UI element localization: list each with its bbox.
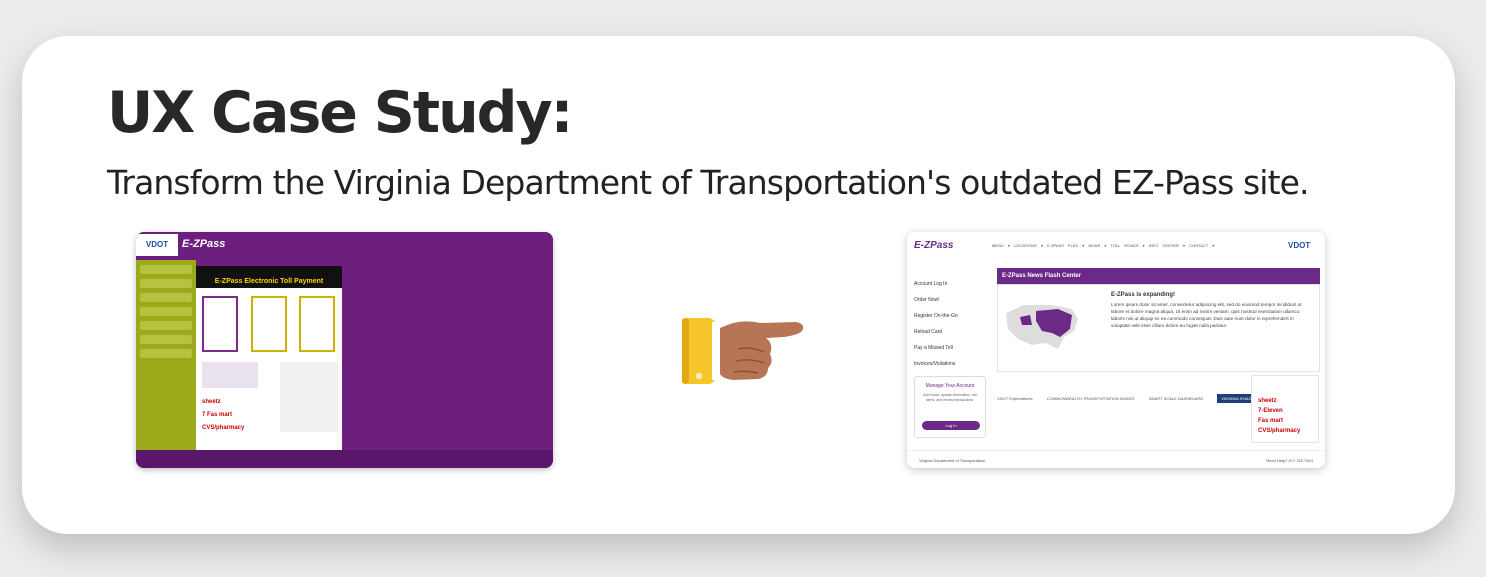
old-vdot-logo: VDOT (136, 234, 178, 256)
old-box-manage (299, 296, 335, 352)
sidebar-item-invoices[interactable]: Invoices/Violations (914, 356, 958, 372)
old-site-content: E-ZPass Electronic Toll Payment sheetz 7 … (196, 266, 342, 450)
news-body: Lorem ipsum dolor sit amet, consectetur … (1111, 302, 1302, 328)
store-sheetz: sheetz (1258, 398, 1277, 404)
nav-item-toll-roads[interactable]: TOLL ROADS ▾ (1110, 243, 1144, 248)
old-site-screenshot: VDOT E-ZPass E-ZPass Electronic Toll Pay… (136, 232, 553, 468)
old-box-missed-toll (202, 296, 238, 352)
old-site-sidebar (136, 260, 196, 450)
footer-help: Need Help? 877.762.7824 (1266, 458, 1313, 463)
sidebar-item-register[interactable]: Register On-the-Go (914, 308, 958, 324)
partner-vdot-expenditures[interactable]: VDOT Expenditures (997, 396, 1033, 401)
old-site-footer (136, 450, 553, 468)
partner-logos: VDOT Expenditures COMMONWEALTH TRANSPORT… (997, 394, 1271, 403)
sidebar-item-account-login[interactable]: Account Log In (914, 276, 958, 292)
old-reload-card (202, 362, 258, 388)
new-site-screenshot: E-ZPass MENU ▾ LOCATIONS ▾ E-ZPASS FLEX … (907, 232, 1325, 468)
nav-item-locations[interactable]: LOCATIONS ▾ (1014, 243, 1043, 248)
new-vdot-logo: VDOT (1288, 241, 1311, 250)
nav-item-menu[interactable]: MENU ▾ (992, 243, 1010, 248)
store-7-eleven: 7-Eleven (1258, 408, 1283, 414)
manage-account-desc: Add funds, update information, set alert… (923, 393, 977, 402)
news-title: E-ZPass is expanding! (1111, 292, 1176, 298)
manage-account-card: Manage Your Account Add funds, update in… (914, 376, 986, 438)
sidebar-item-order-now[interactable]: Order Now! (914, 292, 958, 308)
old-site-header: VDOT E-ZPass (136, 232, 553, 258)
partner-ctb[interactable]: COMMONWEALTH TRANSPORTATION BOARD (1047, 396, 1135, 401)
retail-partners: sheetz 7-Eleven Fas mart CVS/pharmacy (1251, 375, 1319, 443)
pointing-hand-icon (682, 318, 804, 384)
store-fas-mart: Fas mart (1258, 418, 1284, 424)
partner-smart-scale[interactable]: SMART SCALE DASHBOARD (1149, 396, 1204, 401)
nav-item-news[interactable]: NEWS ▾ (1088, 243, 1106, 248)
sidebar-item-missed-toll[interactable]: Pay a Missed Toll (914, 340, 958, 356)
new-site-sidebar: Account Log In Order Now! Register On-th… (914, 276, 958, 372)
old-store-logos: sheetz 7 Fas mart CVS/pharmacy (202, 399, 245, 431)
new-site-nav: MENU ▾ LOCATIONS ▾ E-ZPASS FLEX ▾ NEWS ▾… (992, 243, 1214, 248)
login-button[interactable]: Log In (922, 421, 980, 430)
old-site-banner: E-ZPass Electronic Toll Payment (196, 276, 342, 288)
nav-item-ezpass-flex[interactable]: E-ZPASS FLEX ▾ (1047, 243, 1084, 248)
page-subtitle: Transform the Virginia Department of Tra… (107, 163, 1310, 202)
nav-item-contact[interactable]: CONTACT ▾ (1189, 243, 1214, 248)
page-title: UX Case Study: (107, 80, 573, 146)
news-flash-header: E-ZPass News Flash Center (997, 268, 1320, 284)
nav-item-info-center[interactable]: INFO CENTER ▾ (1149, 243, 1185, 248)
new-site-footer: Virginia Department of Transportation Ne… (907, 450, 1325, 468)
sidebar-item-reload-card[interactable]: Reload Card (914, 324, 958, 340)
old-ezpass-logo: E-ZPass (182, 238, 226, 250)
new-ezpass-logo: E-ZPass (914, 240, 954, 251)
old-box-renew (251, 296, 287, 352)
old-news-list (280, 362, 338, 432)
manage-account-title: Manage Your Account (925, 383, 975, 389)
footer-vdot: Virginia Department of Transportation (919, 458, 986, 463)
news-flash-panel: E-ZPass is expanding! Lorem ipsum dolor … (997, 284, 1320, 372)
store-cvs: CVS/pharmacy (1258, 428, 1301, 434)
us-map-icon (1006, 305, 1078, 349)
